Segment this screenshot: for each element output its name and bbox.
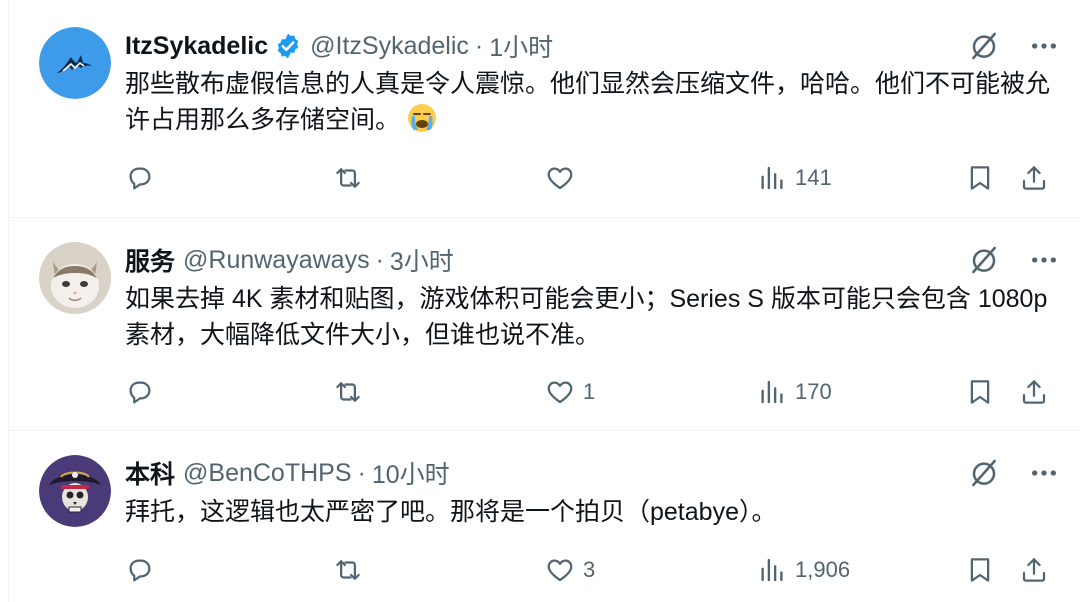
author-handle[interactable]: @BenCoTHPS bbox=[183, 459, 352, 488]
retweet-button[interactable] bbox=[333, 158, 371, 198]
retweet-button[interactable] bbox=[333, 372, 371, 412]
share-button[interactable] bbox=[1019, 372, 1049, 412]
retweet-icon bbox=[333, 555, 363, 585]
like-button[interactable]: 1 bbox=[545, 372, 595, 412]
share-icon bbox=[1019, 163, 1049, 193]
heart-icon bbox=[545, 377, 575, 407]
reply-button[interactable] bbox=[125, 158, 163, 198]
heart-icon bbox=[545, 163, 575, 193]
author-handle[interactable]: @Runwayaways bbox=[183, 246, 370, 275]
author-name[interactable]: ItzSykadelic bbox=[125, 32, 268, 61]
avatar[interactable] bbox=[39, 455, 111, 527]
grok-icon[interactable] bbox=[968, 30, 1000, 62]
tweet-text: 拜托，这逻辑也太严密了吧。那将是一个拍贝（petabye）。 bbox=[125, 498, 777, 526]
bookmark-icon bbox=[965, 377, 995, 407]
tweet-header: ItzSykadelic @ItzSykadelic · 1小时 bbox=[125, 28, 1060, 64]
views-icon bbox=[757, 377, 787, 407]
tweet-text: 如果去掉 4K 素材和贴图，游戏体积可能会更小；Series S 版本可能只会包… bbox=[125, 285, 1048, 349]
timestamp[interactable]: 3小时 bbox=[390, 242, 454, 278]
action-bar: 3 1,906 bbox=[125, 550, 1060, 590]
tweet-text: 那些散布虚假信息的人真是令人震惊。他们显然会压缩文件，哈哈。他们不可能被允许占用… bbox=[125, 70, 1051, 134]
author-handle[interactable]: @ItzSykadelic bbox=[310, 32, 469, 61]
like-count: 1 bbox=[583, 379, 596, 404]
wolf-logo-avatar bbox=[39, 27, 111, 99]
timestamp[interactable]: 10小时 bbox=[372, 455, 450, 491]
views-button[interactable]: 1,906 bbox=[757, 550, 850, 590]
bookmark-icon bbox=[965, 163, 995, 193]
action-bar: 141 bbox=[125, 158, 1060, 198]
share-icon bbox=[1019, 555, 1049, 585]
author-name[interactable]: 本科 bbox=[125, 455, 175, 491]
views-icon bbox=[757, 555, 787, 585]
tweet[interactable]: ItzSykadelic @ItzSykadelic · 1小时 那些散布虚假信… bbox=[8, 0, 1080, 218]
bookmark-button[interactable] bbox=[965, 550, 995, 590]
loudly-crying-face-emoji bbox=[408, 104, 437, 132]
like-button[interactable] bbox=[545, 158, 583, 198]
reply-icon bbox=[125, 555, 155, 585]
share-icon bbox=[1019, 377, 1049, 407]
kitten-avatar bbox=[39, 242, 111, 314]
more-icon[interactable] bbox=[1028, 244, 1060, 276]
share-button[interactable] bbox=[1019, 158, 1049, 198]
bookmark-button[interactable] bbox=[965, 158, 995, 198]
separator-dot: · bbox=[474, 31, 484, 60]
tweet-header: 服务 @Runwayaways · 3小时 bbox=[125, 242, 1060, 278]
more-icon[interactable] bbox=[1028, 30, 1060, 62]
tweet-feed: ItzSykadelic @ItzSykadelic · 1小时 那些散布虚假信… bbox=[0, 0, 1080, 602]
view-count: 170 bbox=[795, 379, 832, 404]
grok-icon[interactable] bbox=[968, 457, 1000, 489]
pirate-skull-avatar bbox=[39, 455, 111, 527]
views-button[interactable]: 141 bbox=[757, 158, 832, 198]
heart-icon bbox=[545, 555, 575, 585]
more-icon[interactable] bbox=[1028, 457, 1060, 489]
separator-dot: · bbox=[357, 458, 366, 487]
grok-icon[interactable] bbox=[968, 244, 1000, 276]
author-name[interactable]: 服务 bbox=[125, 242, 175, 278]
reply-icon bbox=[125, 163, 155, 193]
view-count: 141 bbox=[795, 165, 832, 190]
views-icon bbox=[757, 163, 787, 193]
reply-button[interactable] bbox=[125, 372, 163, 412]
share-button[interactable] bbox=[1019, 550, 1049, 590]
retweet-button[interactable] bbox=[333, 550, 371, 590]
verified-badge-icon bbox=[277, 33, 299, 59]
tweet[interactable]: 本科 @BenCoTHPS · 10小时 拜托，这逻辑也太严密了吧。那将是一个拍… bbox=[8, 432, 1080, 602]
like-count: 3 bbox=[583, 557, 596, 582]
bookmark-button[interactable] bbox=[965, 372, 995, 412]
avatar[interactable] bbox=[39, 27, 111, 99]
retweet-icon bbox=[333, 377, 363, 407]
action-bar: 1 170 bbox=[125, 372, 1060, 412]
view-count: 1,906 bbox=[795, 557, 851, 582]
tweet-header: 本科 @BenCoTHPS · 10小时 bbox=[125, 455, 1060, 491]
reply-icon bbox=[125, 377, 155, 407]
views-button[interactable]: 170 bbox=[757, 372, 832, 412]
retweet-icon bbox=[333, 163, 363, 193]
tweet[interactable]: 服务 @Runwayaways · 3小时 如果去掉 4K 素材和贴图，游戏体积… bbox=[8, 219, 1080, 431]
avatar[interactable] bbox=[39, 242, 111, 314]
separator-dot: · bbox=[375, 245, 384, 274]
timestamp[interactable]: 1小时 bbox=[489, 28, 553, 64]
reply-button[interactable] bbox=[125, 550, 163, 590]
bookmark-icon bbox=[965, 555, 995, 585]
like-button[interactable]: 3 bbox=[545, 550, 595, 590]
